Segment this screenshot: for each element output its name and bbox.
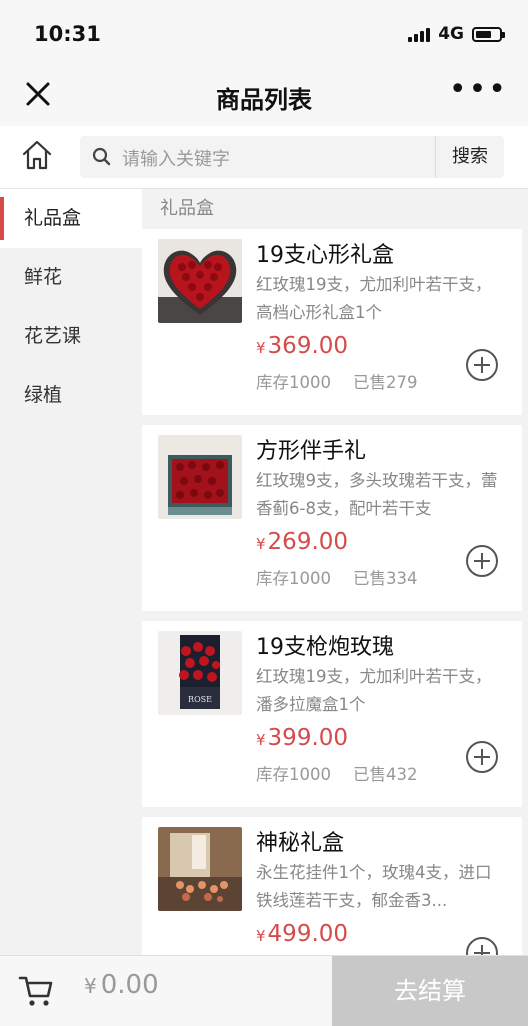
product-description: 永生花挂件1个，玫瑰4支，进口铁线莲若干支，郁金香3...: [256, 863, 492, 910]
section-title: 礼品盒: [160, 198, 214, 219]
product-price: ¥499.00: [256, 921, 349, 947]
network-type: 4G: [438, 24, 464, 44]
product-image-heart-box: [158, 239, 242, 323]
search-button[interactable]: 搜索: [435, 136, 504, 178]
product-description: 红玫瑰9支，多头玫瑰若干支，蕾香蓟6-8支，配叶若干支: [256, 471, 498, 518]
nav-bar: 商品列表 •••: [0, 66, 528, 126]
product-card[interactable]: 方形伴手礼 红玫瑰9支，多头玫瑰若干支，蕾香蓟6-8支，配叶若干支 ¥269.0…: [142, 425, 522, 611]
home-icon[interactable]: [20, 138, 54, 172]
sidebar-item-floral-class[interactable]: 花艺课: [0, 307, 142, 366]
product-card[interactable]: ROSE 19支枪炮玫瑰 红玫瑰19支，尤加利叶若干支，潘多拉魔盒1个 ¥399…: [142, 621, 522, 807]
sold-count: 已售279: [353, 373, 418, 392]
product-stats: 库存1000 已售279: [256, 369, 418, 393]
stock-count: 库存1000: [256, 569, 331, 588]
cart-total: ¥0.00: [84, 970, 159, 1000]
status-indicators: 4G: [408, 24, 505, 44]
sidebar-item-gift-box[interactable]: 礼品盒: [0, 189, 142, 248]
category-sidebar: 礼品盒 鲜花 花艺课 绿植: [0, 189, 142, 955]
product-description: 红玫瑰19支，尤加利叶若干支，潘多拉魔盒1个: [256, 667, 492, 714]
sold-count: 已售334: [353, 569, 418, 588]
more-options-icon[interactable]: •••: [449, 75, 508, 105]
sidebar-item-flowers[interactable]: 鲜花: [0, 248, 142, 307]
rose-box-label: ROSE: [188, 695, 212, 704]
product-name: 神秘礼盒: [256, 831, 345, 856]
checkout-button[interactable]: 去结算: [332, 956, 528, 1026]
cart-bar: ¥0.00 去结算: [0, 955, 528, 1026]
product-stats: 库存1000 已售432: [256, 761, 418, 785]
product-card[interactable]: 神秘礼盒 永生花挂件1个，玫瑰4支，进口铁线莲若干支，郁金香3... ¥499.…: [142, 817, 522, 955]
product-image-rose-box: ROSE: [158, 631, 242, 715]
search-input[interactable]: 请输入关键字 搜索: [80, 136, 504, 178]
product-description: 红玫瑰19支，尤加利叶若干支，高档心形礼盒1个: [256, 275, 492, 322]
product-image-mystery-box: [158, 827, 242, 911]
product-name: 19支枪炮玫瑰: [256, 635, 394, 660]
battery-icon: [472, 26, 505, 42]
search-placeholder: 请输入关键字: [122, 149, 230, 170]
stock-count: 库存1000: [256, 765, 331, 784]
status-bar: 10:31 4G: [0, 0, 528, 66]
product-name: 19支心形礼盒: [256, 243, 394, 268]
status-time: 10:31: [34, 22, 101, 46]
product-image-square-box: [158, 435, 242, 519]
sold-count: 已售432: [353, 765, 418, 784]
search-row: 请输入关键字 搜索: [0, 126, 528, 189]
add-to-cart-button[interactable]: [466, 741, 498, 773]
stock-count: 库存1000: [256, 373, 331, 392]
product-card[interactable]: 19支心形礼盒 红玫瑰19支，尤加利叶若干支，高档心形礼盒1个 ¥369.00 …: [142, 229, 522, 415]
product-price: ¥399.00: [256, 725, 349, 751]
product-price: ¥369.00: [256, 333, 349, 359]
product-price: ¥269.00: [256, 529, 349, 555]
add-to-cart-button[interactable]: [466, 349, 498, 381]
sidebar-item-plants[interactable]: 绿植: [0, 366, 142, 425]
cart-icon[interactable]: [18, 974, 54, 1008]
signal-icon: [408, 26, 431, 42]
add-to-cart-button[interactable]: [466, 545, 498, 577]
search-icon: [92, 147, 111, 166]
product-list: 礼品盒 19支心形礼盒 红玫瑰19支，尤加利叶若干支，高档心形礼盒1个 ¥369…: [142, 189, 528, 955]
product-stats: 库存1000 已售334: [256, 565, 418, 589]
add-to-cart-button[interactable]: [466, 937, 498, 955]
product-name: 方形伴手礼: [256, 439, 367, 464]
